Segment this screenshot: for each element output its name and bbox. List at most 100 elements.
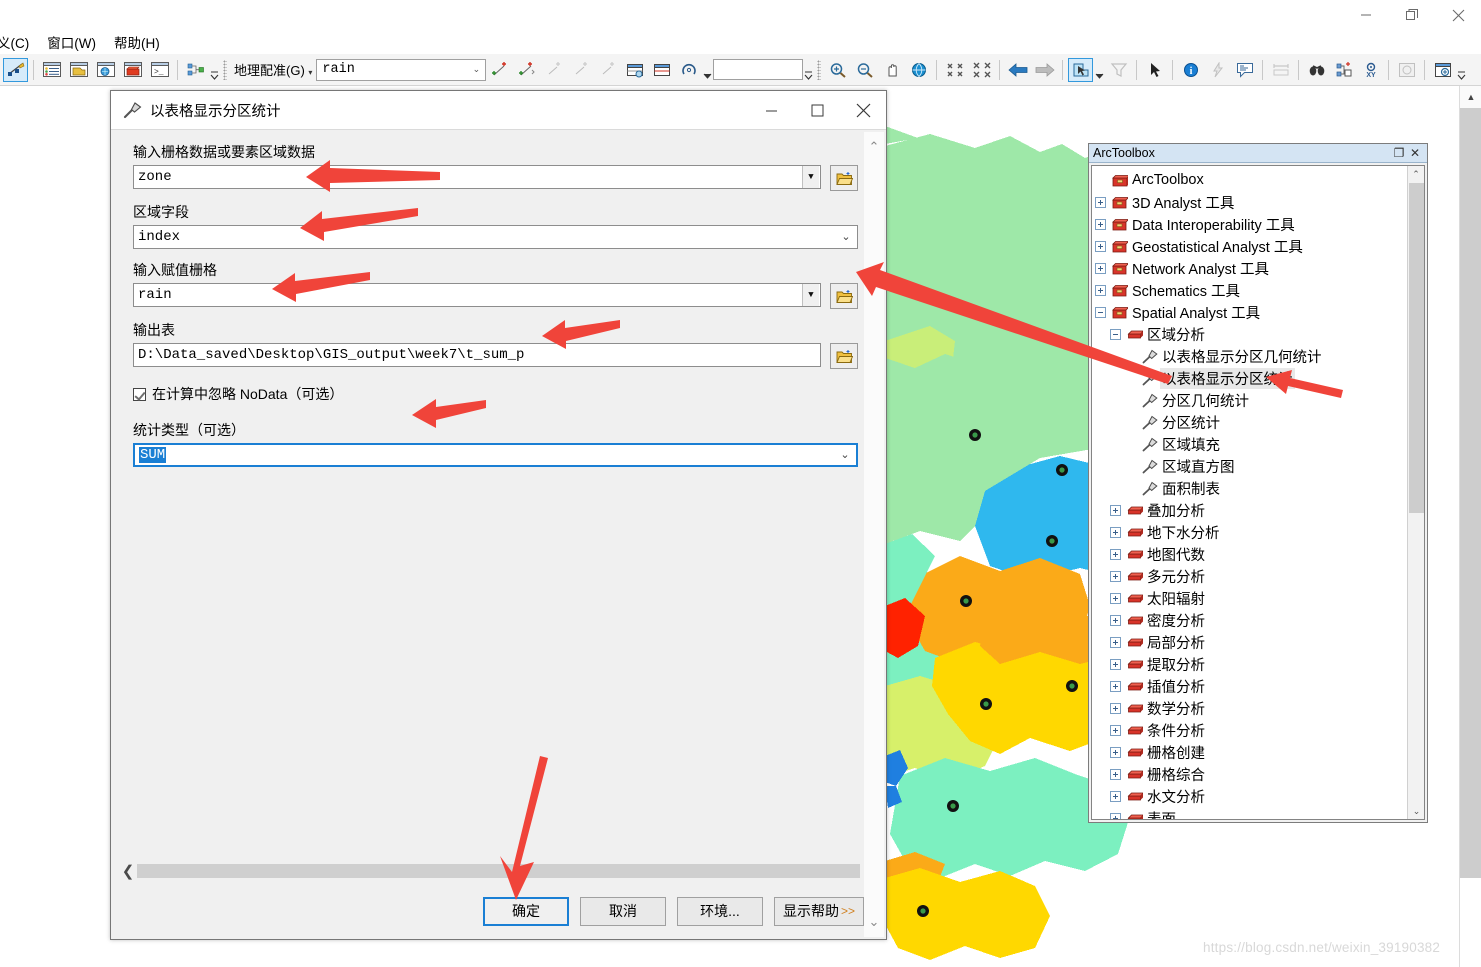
tree-network-analyst[interactable]: Network Analyst 工具: [1095, 257, 1407, 279]
tree-expand-icon[interactable]: [1110, 614, 1121, 626]
input-value-raster-browse-button[interactable]: [830, 283, 858, 309]
dialog-title-bar[interactable]: 以表格显示分区统计: [111, 91, 886, 129]
arctoolbox-icon[interactable]: [120, 58, 145, 82]
rotate-icon[interactable]: [676, 58, 701, 82]
arctoolbox-float-button[interactable]: ❐: [1391, 146, 1407, 160]
checkbox-checked-icon[interactable]: [133, 387, 146, 401]
ignore-nodata-checkbox[interactable]: 在计算中忽略 NoData（可选）: [133, 384, 858, 404]
input-value-raster[interactable]: rain ▼: [133, 283, 821, 307]
full-extent-icon[interactable]: [906, 58, 931, 82]
tree-arctoolbox-root[interactable]: ArcToolbox: [1095, 169, 1407, 191]
html-popup-icon[interactable]: [1232, 58, 1257, 82]
tools-overflow-button[interactable]: [1456, 59, 1467, 81]
tree-zonal-analysis[interactable]: 区域分析: [1095, 323, 1407, 345]
add-control-points-icon[interactable]: [487, 58, 512, 82]
catalog-icon[interactable]: [66, 58, 91, 82]
tree-collapse-icon[interactable]: [1110, 328, 1121, 340]
auto-register-icon[interactable]: [514, 58, 539, 82]
chevron-down-icon[interactable]: ▼: [802, 166, 819, 188]
window-restore-button[interactable]: [1389, 0, 1435, 30]
show-help-button[interactable]: 显示帮助 >>: [773, 896, 864, 926]
tree-zonal-histogram[interactable]: 区域直方图: [1095, 455, 1407, 477]
dialog-horizontal-scrollbar[interactable]: ❮ ❯: [111, 859, 886, 883]
fixed-zoom-out-icon[interactable]: [969, 58, 994, 82]
output-table-browse-button[interactable]: [830, 343, 858, 369]
hscroll-thumb[interactable]: [137, 864, 860, 878]
tree-solar-radiation[interactable]: 太阳辐射: [1095, 587, 1407, 609]
zoom-in-icon[interactable]: [825, 58, 850, 82]
tree-tabulate-area[interactable]: 面积制表: [1095, 477, 1407, 499]
map-vertical-scrollbar[interactable]: ▲: [1459, 86, 1481, 967]
tree-zonal-statistics-as-table[interactable]: 以表格显示分区统计: [1095, 367, 1407, 389]
dialog-maximize-button[interactable]: [794, 91, 840, 129]
pan-icon[interactable]: [879, 58, 904, 82]
dialog-minimize-button[interactable]: [748, 91, 794, 129]
dialog-scroll-up-icon[interactable]: ⌃: [864, 132, 884, 162]
menu-help[interactable]: 帮助(H): [105, 30, 169, 54]
tree-geostatistical-analyst[interactable]: Geostatistical Analyst 工具: [1095, 235, 1407, 257]
tree-scroll-up-icon[interactable]: ⌃: [1408, 166, 1424, 182]
delete-link-icon[interactable]: [595, 58, 620, 82]
tree-scrollbar-thumb[interactable]: [1409, 183, 1424, 513]
output-table[interactable]: D:\Data_saved\Desktop\GIS_output\week7\t…: [133, 343, 821, 367]
fixed-zoom-in-icon[interactable]: [942, 58, 967, 82]
arctoolbox-tree-container[interactable]: ArcToolbox 3D Analyst 工具 Data Interoperabi…: [1091, 165, 1425, 820]
arctoolbox-tree[interactable]: ArcToolbox 3D Analyst 工具 Data Interoperabi…: [1092, 166, 1407, 819]
layer-combo[interactable]: rain ⌄: [316, 58, 487, 81]
cancel-button[interactable]: 取消: [579, 896, 666, 926]
create-viewer-window-icon[interactable]: [1430, 58, 1455, 82]
find-icon[interactable]: [1304, 58, 1329, 82]
geoprocessing-dialog[interactable]: 以表格显示分区统计 输入栅格数据或要素区域数据 zone ▼ 区域字段 inde…: [110, 90, 887, 940]
tree-expand-icon[interactable]: [1110, 526, 1121, 538]
editor-toolbar-icon[interactable]: [3, 57, 28, 82]
tree-expand-icon[interactable]: [1110, 658, 1121, 670]
arctoolbox-vertical-scrollbar[interactable]: ⌃ ⌄: [1407, 166, 1424, 819]
link-table-icon[interactable]: [649, 58, 674, 82]
dialog-vertical-scrollbar[interactable]: ⌃ ⌄: [864, 132, 884, 937]
scroll-up-icon[interactable]: ▲: [1460, 86, 1481, 108]
environments-button[interactable]: 环境...: [676, 896, 763, 926]
tree-surface[interactable]: 表面: [1095, 807, 1407, 819]
tree-overlay-analysis[interactable]: 叠加分析: [1095, 499, 1407, 521]
tree-expand-icon[interactable]: [1110, 812, 1121, 819]
tree-expand-icon[interactable]: [1095, 262, 1106, 274]
tree-3d-analyst[interactable]: 3D Analyst 工具: [1095, 191, 1407, 213]
tree-map-algebra[interactable]: 地图代数: [1095, 543, 1407, 565]
tree-expand-icon[interactable]: [1095, 196, 1106, 208]
tree-hydrology[interactable]: 水文分析: [1095, 785, 1407, 807]
input-zone-raster-browse-button[interactable]: [830, 165, 858, 191]
tree-zonal-geometry[interactable]: 分区几何统计: [1095, 389, 1407, 411]
tree-expand-icon[interactable]: [1095, 284, 1106, 296]
menu-window[interactable]: 窗口(W): [38, 30, 105, 54]
tree-conditional[interactable]: 条件分析: [1095, 719, 1407, 741]
select-elements-icon[interactable]: [1142, 58, 1167, 82]
select-features-dropdown[interactable]: [1094, 59, 1105, 81]
tree-expand-icon[interactable]: [1110, 768, 1121, 780]
dialog-scroll-down-icon[interactable]: ⌄: [864, 907, 884, 937]
tree-schematics[interactable]: Schematics 工具: [1095, 279, 1407, 301]
zone-field[interactable]: index ⌄: [133, 225, 858, 249]
arctoolbox-close-icon[interactable]: ✕: [1407, 146, 1423, 160]
rotation-angle-input[interactable]: [713, 59, 804, 80]
chevron-down-icon[interactable]: ▼: [802, 284, 819, 306]
chevron-down-icon[interactable]: ⌄: [835, 230, 857, 244]
tree-zonal-statistics[interactable]: 分区统计: [1095, 411, 1407, 433]
dialog-close-button[interactable]: [840, 91, 886, 129]
tree-groundwater[interactable]: 地下水分析: [1095, 521, 1407, 543]
go-to-xy-icon[interactable]: XY: [1358, 58, 1383, 82]
tree-expand-icon[interactable]: [1110, 592, 1121, 604]
measure-icon[interactable]: [1268, 58, 1293, 82]
add-link-icon[interactable]: [568, 58, 593, 82]
tree-local[interactable]: 局部分析: [1095, 631, 1407, 653]
tree-extraction[interactable]: 提取分析: [1095, 653, 1407, 675]
select-features-icon[interactable]: [1068, 57, 1094, 82]
tree-expand-icon[interactable]: [1110, 504, 1121, 516]
scrollbar-thumb[interactable]: [1460, 108, 1481, 878]
select-link-icon[interactable]: [541, 58, 566, 82]
tree-density[interactable]: 密度分析: [1095, 609, 1407, 631]
tree-expand-icon[interactable]: [1110, 570, 1121, 582]
tree-collapse-icon[interactable]: [1095, 306, 1106, 318]
modelbuilder-icon[interactable]: [183, 58, 208, 82]
tree-expand-icon[interactable]: [1110, 790, 1121, 802]
tree-expand-icon[interactable]: [1095, 218, 1106, 230]
